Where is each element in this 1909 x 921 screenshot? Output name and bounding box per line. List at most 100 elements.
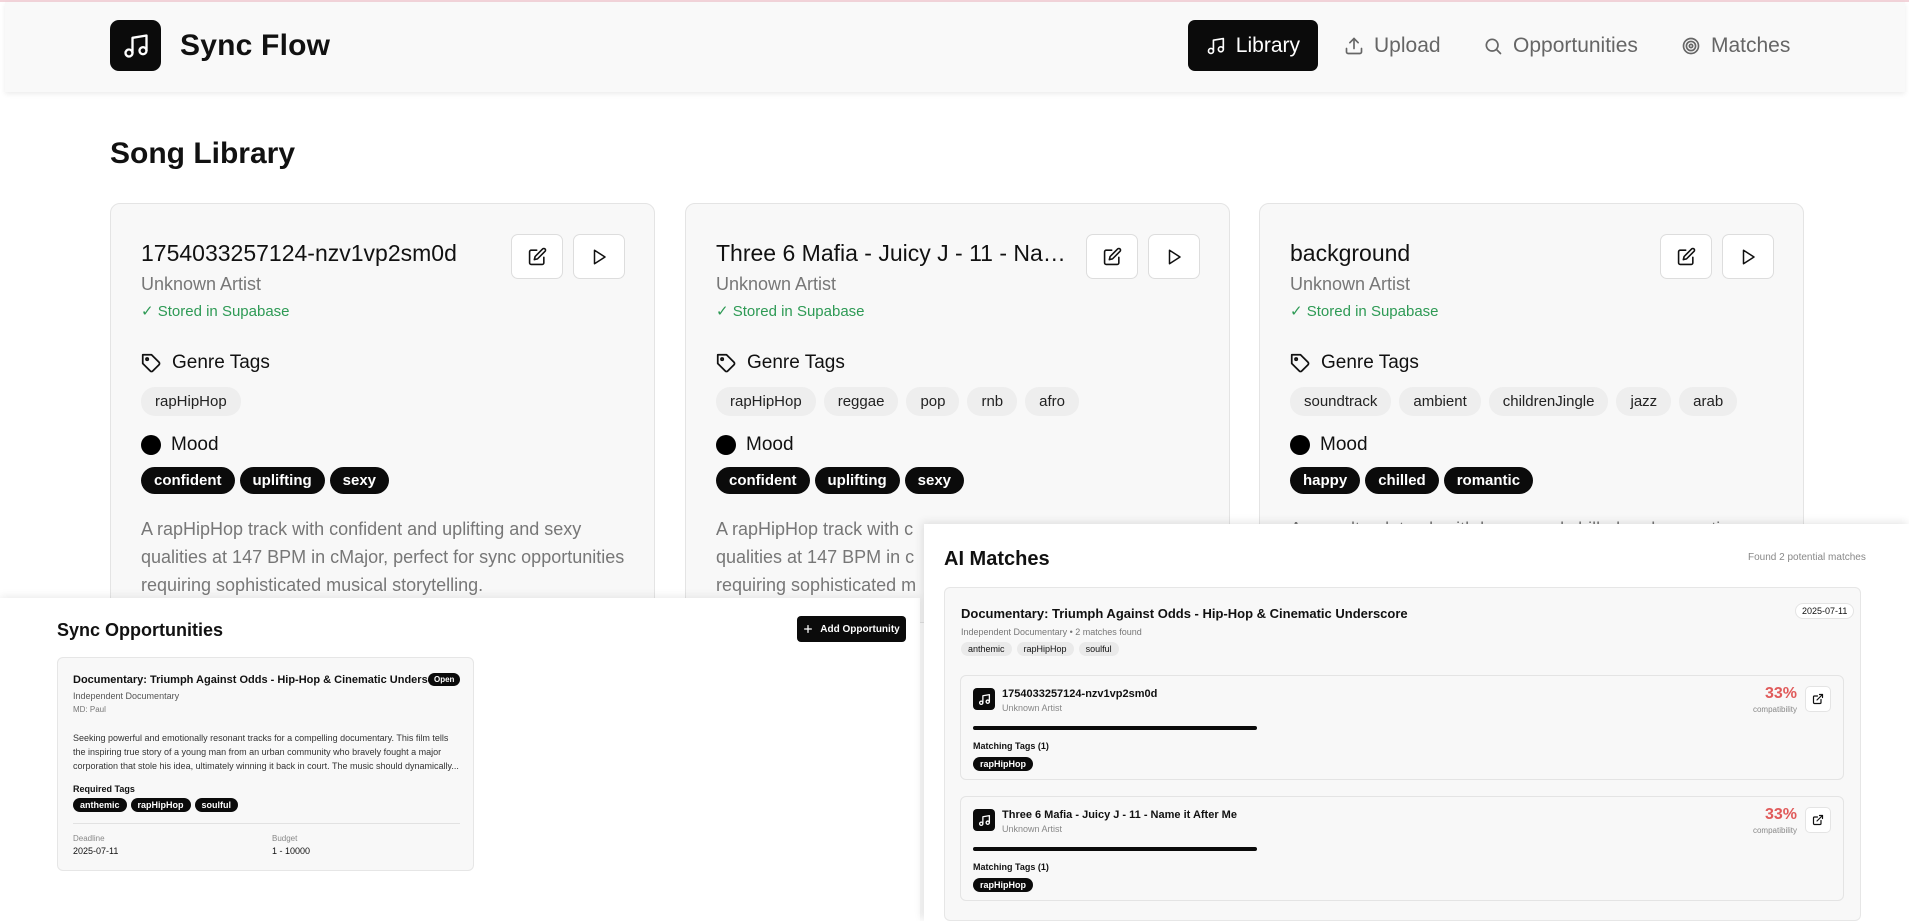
required-tags-label: Required Tags — [73, 784, 135, 794]
match-item[interactable]: Three 6 Mafia - Juicy J - 11 - Name it A… — [960, 796, 1844, 901]
music-note-icon — [973, 809, 995, 831]
add-opportunity-button[interactable]: Add Opportunity — [797, 616, 906, 642]
mood-tag: uplifting — [239, 467, 325, 494]
matching-tag-list: rapHipHop — [973, 757, 1033, 771]
genre-tags-heading: Genre Tags — [141, 352, 270, 374]
app-title: Sync Flow — [180, 29, 331, 62]
genre-tag: reggae — [823, 387, 899, 416]
opportunities-heading: Sync Opportunities — [57, 620, 224, 640]
genre-tag-list: soundtrack ambient childrenJingle jazz a… — [1290, 387, 1738, 416]
edit-button[interactable] — [1660, 234, 1712, 279]
play-icon — [1168, 249, 1181, 264]
matched-opportunity-subtitle: Independent Documentary • 2 matches foun… — [961, 627, 1142, 637]
matches-count: Found 2 potential matches — [1748, 552, 1866, 563]
match-percent: 33% — [1764, 685, 1797, 702]
matching-tag-list: rapHipHop — [973, 878, 1033, 892]
required-tag-list: anthemic rapHipHop soulful — [73, 798, 239, 812]
opportunity-md: MD: Paul — [73, 705, 106, 714]
budget-value: 1 - 10000 — [272, 846, 311, 856]
mood-heading: Mood — [141, 434, 219, 456]
target-icon — [1682, 37, 1700, 54]
genre-tags-label: Genre Tags — [747, 352, 845, 373]
mood-dot-icon — [716, 435, 736, 455]
song-artist: Unknown Artist — [716, 274, 837, 294]
opportunity-card[interactable]: Documentary: Triumph Against Odds - Hip-… — [57, 657, 474, 871]
nav-opportunities[interactable]: Opportunities — [1465, 20, 1656, 71]
play-button[interactable] — [1148, 234, 1200, 279]
opportunity-description: Seeking powerful and emotionally resonan… — [73, 733, 459, 771]
matching-tags-label: Matching Tags (1) — [973, 741, 1049, 751]
divider — [73, 823, 460, 824]
song-card: 1754033257124-nzv1vp2sm0d Unknown Artist… — [110, 203, 655, 623]
genre-tags-label: Genre Tags — [172, 352, 270, 373]
opportunity-tag: soulful — [1078, 642, 1119, 656]
date-badge: 2025-07-11 — [1795, 603, 1855, 619]
nav-matches-label: Matches — [1711, 33, 1791, 57]
tag-icon — [716, 353, 736, 372]
budget-label: Budget — [272, 834, 298, 843]
play-icon — [1742, 249, 1755, 264]
plus-icon — [804, 625, 813, 633]
genre-tag: rnb — [967, 387, 1018, 416]
deadline-label: Deadline — [73, 834, 105, 843]
nav-library[interactable]: Library — [1188, 20, 1318, 71]
mood-tag-list: happy chilled romantic — [1290, 467, 1534, 494]
matching-tag: rapHipHop — [973, 878, 1033, 892]
matching-tag: rapHipHop — [973, 757, 1033, 771]
edit-button[interactable] — [511, 234, 563, 279]
genre-tag: rapHipHop — [716, 387, 816, 416]
matched-opportunity-title: Documentary: Triumph Against Odds - Hip-… — [961, 606, 1408, 621]
mood-dot-icon — [141, 435, 161, 455]
genre-tags-heading: Genre Tags — [716, 352, 845, 374]
match-song-title: 1754033257124-nzv1vp2sm0d — [1002, 688, 1158, 700]
match-item[interactable]: 1754033257124-nzv1vp2sm0d Unknown Artist… — [960, 675, 1844, 780]
genre-tags-heading: Genre Tags — [1290, 352, 1419, 374]
storage-status: ✓ Stored in Supabase — [141, 303, 290, 320]
mood-heading: Mood — [1290, 434, 1368, 456]
open-external-button[interactable] — [1805, 807, 1831, 833]
mood-tag: chilled — [1365, 467, 1439, 494]
upload-icon — [1345, 37, 1363, 54]
nav-matches[interactable]: Matches — [1663, 20, 1808, 71]
opportunity-company: Independent Documentary — [73, 691, 180, 701]
storage-status: ✓ Stored in Supabase — [716, 303, 865, 320]
edit-button[interactable] — [1086, 234, 1138, 279]
required-tag: anthemic — [73, 798, 127, 812]
song-title: 1754033257124-nzv1vp2sm0d — [141, 240, 457, 266]
deadline-value: 2025-07-11 — [73, 846, 119, 856]
app-logo[interactable] — [110, 20, 161, 71]
genre-tag: childrenJingle — [1488, 387, 1609, 416]
genre-tag: pop — [906, 387, 960, 416]
add-opportunity-label: Add Opportunity — [820, 623, 900, 635]
mood-tag-list: confident uplifting sexy — [716, 467, 965, 494]
song-title: Three 6 Mafia - Juicy J - 11 - Name it A… — [716, 240, 1076, 266]
genre-tag-list: rapHipHop reggae pop rnb afro — [716, 387, 1080, 416]
compatibility-bar — [973, 847, 1257, 851]
mood-tag: romantic — [1443, 467, 1534, 494]
page-title: Song Library — [110, 137, 296, 170]
mood-tag: sexy — [329, 467, 390, 494]
match-song-artist: Unknown Artist — [1002, 824, 1063, 834]
match-percent: 33% — [1764, 806, 1797, 823]
nav-upload-label: Upload — [1374, 33, 1441, 57]
edit-icon — [1677, 247, 1695, 266]
mood-label: Mood — [1320, 434, 1368, 455]
matching-tags-label: Matching Tags (1) — [973, 862, 1049, 872]
nav-upload[interactable]: Upload — [1326, 20, 1459, 71]
opportunity-tag: rapHipHop — [1016, 642, 1074, 656]
tag-icon — [141, 353, 161, 372]
music-note-icon — [1207, 37, 1225, 54]
required-tag: soulful — [194, 798, 239, 812]
song-title: background — [1290, 240, 1411, 266]
mood-heading: Mood — [716, 434, 794, 456]
edit-icon — [528, 247, 546, 266]
genre-tag: afro — [1025, 387, 1080, 416]
play-button[interactable] — [1722, 234, 1774, 279]
open-external-button[interactable] — [1805, 686, 1831, 712]
mood-label: Mood — [746, 434, 794, 455]
play-button[interactable] — [573, 234, 625, 279]
status-badge: Open — [428, 673, 461, 686]
opportunity-title: Documentary: Triumph Against Odds - Hip-… — [73, 674, 451, 686]
mood-tag: sexy — [904, 467, 965, 494]
match-song-artist: Unknown Artist — [1002, 703, 1063, 713]
